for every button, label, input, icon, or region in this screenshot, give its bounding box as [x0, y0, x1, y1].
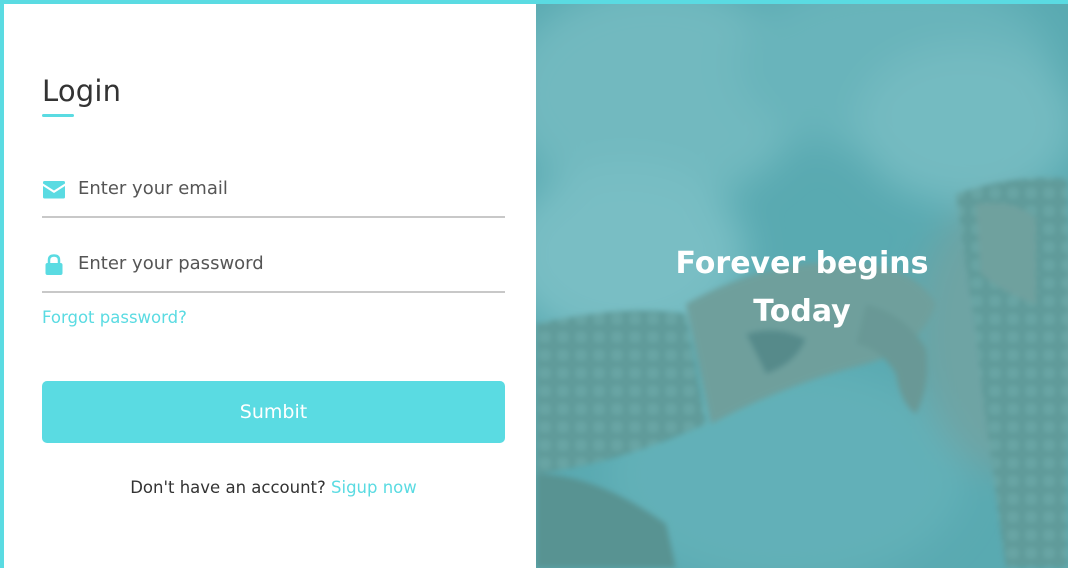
forgot-password-link[interactable]: Forgot password? [42, 308, 187, 327]
signup-prompt-text: Don't have an account? [130, 478, 326, 497]
hero-tagline: Forever begins Today [536, 240, 1068, 336]
signup-link[interactable]: Sigup now [331, 478, 417, 497]
submit-button[interactable]: Sumbit [42, 381, 505, 443]
page-title: Login [42, 74, 122, 108]
page-frame: Login Enter your email Forgot password? … [0, 0, 1068, 568]
login-form-panel: Login Enter your email Forgot password? … [4, 4, 536, 568]
lock-icon [42, 253, 66, 277]
envelope-icon [42, 178, 66, 202]
signup-prompt-line: Don't have an account? Sigup now [42, 478, 505, 497]
email-input[interactable] [78, 172, 498, 204]
hero-tagline-line1: Forever begins [675, 246, 929, 281]
password-field [42, 245, 505, 293]
password-input[interactable] [78, 247, 498, 279]
login-card: Login Enter your email Forgot password? … [4, 4, 1068, 568]
hero-image-panel: Forever begins Today [536, 4, 1068, 568]
title-underline [42, 114, 74, 117]
hero-tagline-line2: Today [753, 294, 851, 329]
email-field [42, 170, 505, 218]
